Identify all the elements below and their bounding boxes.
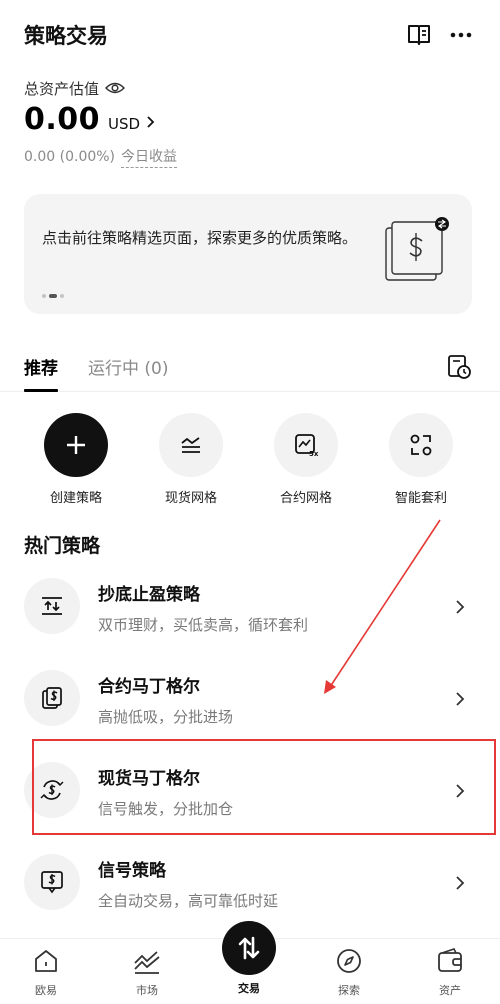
- nav-explore[interactable]: 探索: [309, 947, 389, 998]
- chevron-right-icon[interactable]: [146, 115, 156, 129]
- create-strategy-button[interactable]: 创建策略: [21, 413, 131, 506]
- wallet-icon: [438, 948, 462, 972]
- strategy-desc: 信号触发，分批加仓: [98, 800, 234, 818]
- chevron-right-icon: [456, 600, 465, 614]
- assets-value: 0.00: [24, 102, 101, 137]
- pagination-dot-active: [49, 294, 57, 298]
- strategy-name: 信号策略: [98, 861, 166, 881]
- today-pnl-link[interactable]: 今日收益: [121, 146, 178, 168]
- dip-buy-icon: [24, 578, 80, 634]
- more-icon[interactable]: [448, 22, 474, 48]
- spot-grid-button[interactable]: 现货网格: [136, 413, 246, 506]
- chevron-right-icon: [456, 876, 465, 890]
- pagination-dot: [42, 294, 46, 298]
- book-icon[interactable]: [406, 22, 432, 48]
- svg-text:5x: 5x: [309, 450, 319, 458]
- strategy-card-illustration: [385, 217, 449, 281]
- chevron-right-icon: [456, 692, 465, 706]
- page-title: 策略交易: [24, 24, 108, 48]
- nav-market[interactable]: 市场: [107, 947, 187, 998]
- futures-martingale-icon: [24, 670, 80, 726]
- strategy-item-spot-martingale[interactable]: 现货马丁格尔 信号触发，分批加仓: [0, 744, 500, 836]
- strategy-desc: 高抛低吸，分批进场: [98, 708, 234, 726]
- strategy-name: 合约马丁格尔: [98, 677, 200, 697]
- tab-bar: 推荐 运行中 (0): [0, 340, 500, 392]
- qa-label: 智能套利: [394, 491, 447, 506]
- tab-running[interactable]: 运行中 (0): [88, 354, 168, 379]
- pnl-row: 0.00 (0.00%) 今日收益: [24, 146, 178, 168]
- smart-arbitrage-button[interactable]: 智能套利: [366, 413, 476, 506]
- assets-value-row[interactable]: 0.00 USD: [24, 102, 156, 137]
- banner-pagination: [42, 294, 64, 298]
- nav-trade-button[interactable]: [222, 921, 276, 975]
- nav-label: 欧易: [35, 984, 57, 997]
- spot-martingale-icon: [24, 762, 80, 818]
- strategy-desc: 双币理财，买低卖高，循环套利: [98, 616, 309, 634]
- strategy-name: 现货马丁格尔: [98, 769, 200, 789]
- chevron-right-icon: [456, 784, 465, 798]
- strategy-item-dip-buy[interactable]: 抄底止盈策略 双币理财，买低卖高，循环套利: [0, 560, 500, 652]
- quick-actions: 创建策略 现货网格 5x 合约网格 智能套利: [0, 413, 500, 513]
- compass-icon: [337, 949, 361, 973]
- futures-grid-icon: 5x: [274, 413, 338, 477]
- strategy-desc: 全自动交易，高可靠低时延: [98, 892, 279, 910]
- pnl-value: 0.00 (0.00%): [24, 149, 116, 165]
- nav-label: 探索: [338, 984, 360, 997]
- arbitrage-icon: [389, 413, 453, 477]
- header: 策略交易: [0, 0, 500, 70]
- qa-label: 合约网格: [279, 491, 332, 506]
- assets-label: 总资产估值: [24, 79, 100, 98]
- history-icon[interactable]: [446, 354, 472, 380]
- futures-grid-button[interactable]: 5x 合约网格: [251, 413, 361, 506]
- eye-icon[interactable]: [105, 81, 126, 95]
- plus-icon: [44, 413, 108, 477]
- nav-assets[interactable]: 资产: [410, 947, 490, 998]
- strategy-name: 抄底止盈策略: [98, 585, 200, 605]
- nav-label: 资产: [439, 984, 461, 997]
- market-icon: [134, 951, 160, 974]
- signal-icon: [24, 854, 80, 910]
- qa-label: 现货网格: [164, 491, 217, 506]
- strategy-item-signal[interactable]: 信号策略 全自动交易，高可靠低时延: [0, 836, 500, 928]
- currency-selector[interactable]: USD: [108, 115, 140, 133]
- strategy-item-futures-martingale[interactable]: 合约马丁格尔 高抛低吸，分批进场: [0, 652, 500, 744]
- bottom-nav: 欧易 市场 交易 探索 资产: [0, 921, 500, 1004]
- trade-icon: [238, 936, 260, 960]
- pagination-dot: [60, 294, 64, 298]
- nav-label: 市场: [136, 984, 158, 997]
- banner-text: 点击前往策略精选页面，探索更多的优质策略。: [42, 229, 358, 247]
- tab-recommended[interactable]: 推荐: [24, 354, 58, 392]
- nav-home[interactable]: 欧易: [6, 947, 86, 998]
- promo-banner[interactable]: 点击前往策略精选页面，探索更多的优质策略。: [24, 194, 472, 314]
- spot-grid-icon: [159, 413, 223, 477]
- home-icon: [35, 950, 57, 972]
- qa-label: 创建策略: [49, 491, 102, 506]
- assets-label-row: 总资产估值: [24, 77, 126, 99]
- nav-label: 交易: [238, 982, 260, 995]
- section-title: 热门策略: [24, 535, 101, 557]
